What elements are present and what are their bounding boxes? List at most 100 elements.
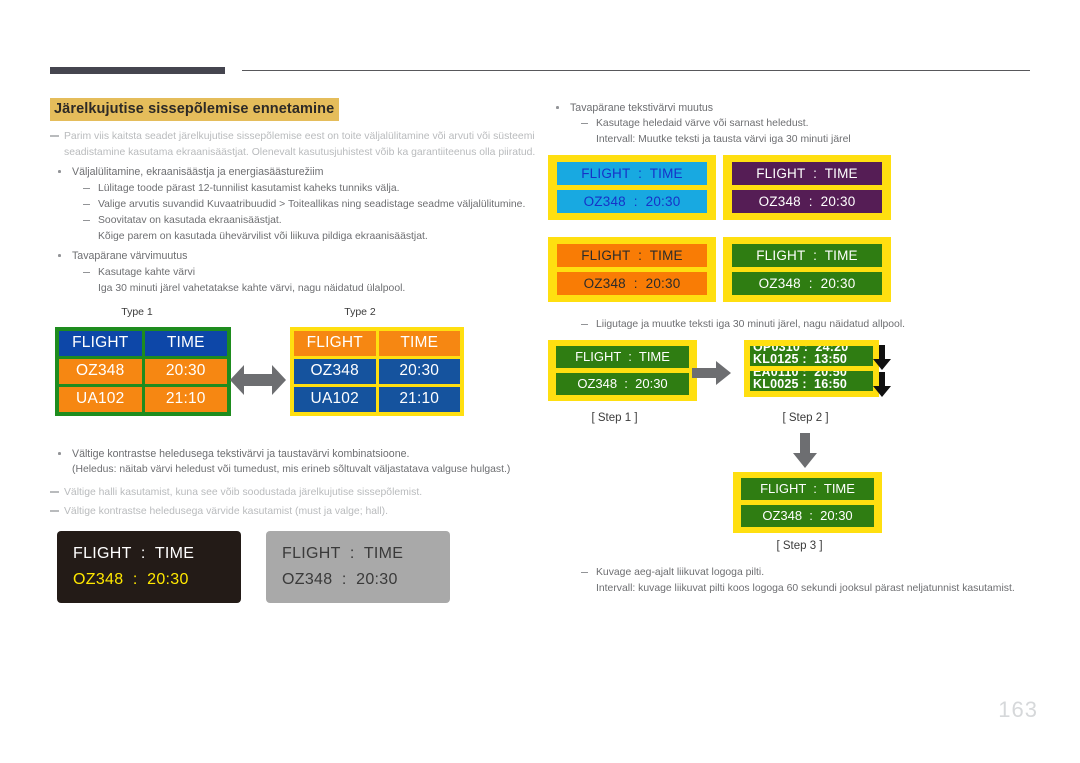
step2-block-2: EA0110 : 20:50 KL0025 : 16:50 [750, 371, 873, 391]
bullet-power-save-text: Väljalülitamine, ekraanisäästja ja energ… [72, 166, 324, 178]
color-panel-cyan-line1: FLIGHT : TIME [557, 162, 707, 185]
right-sub-1-text: Kasutage heledaid värve või sarnast hele… [596, 118, 809, 129]
dark-board-line1: FLIGHT : TIME [73, 545, 195, 562]
color-panel-purple: FLIGHT : TIME OZ348 : 20:30 [723, 155, 891, 220]
type2-label: Type 2 [344, 306, 376, 318]
note-gray: Vältige halli kasutamist, kuna see võib … [50, 485, 546, 501]
page-number: 163 [998, 697, 1038, 722]
bullet-power-save: Väljalülitamine, ekraanisäästja ja energ… [50, 164, 542, 180]
type2-flight-table: FLIGHT TIME OZ348 20:30 UA102 21:10 [290, 327, 464, 416]
right-sub-3: Kuvage aeg-ajalt liikuvat logoga pilti. [574, 565, 1056, 581]
bullet-contrast-extra: (Heledus: näitab värvi heledust või tume… [72, 464, 511, 475]
dash-marker-icon [83, 204, 90, 206]
type1-flight-table: FLIGHT TIME OZ348 20:30 UA102 21:10 [55, 327, 231, 416]
type2-row2-time: 21:10 [378, 387, 460, 412]
step3-line1: FLIGHT : TIME [741, 478, 874, 500]
color-panel-green-line2: OZ348 : 20:30 [732, 272, 882, 295]
color-panel-orange: FLIGHT : TIME OZ348 : 20:30 [548, 237, 716, 302]
step-right-arrow-icon [692, 361, 731, 385]
bullet-contrast-text: Vältige kontrastse heledusega tekstivärv… [72, 448, 410, 460]
note-contrast-text: Vältige kontrastse heledusega värvide ka… [64, 506, 389, 517]
type1-label: Type 1 [121, 306, 153, 318]
bullet-text-color-change-text: Tavapärane tekstivärvi muutus [570, 102, 714, 114]
sub-item-4-extra: Iga 30 minuti järel vahetatakse kahte vä… [98, 283, 406, 294]
type2-header-flight: FLIGHT [294, 331, 376, 356]
color-panel-orange-line2: OZ348 : 20:30 [557, 272, 707, 295]
right-sub-3-extra: Intervall: kuvage liikuvat pilti koos lo… [596, 583, 1015, 594]
step-down-arrow-icon [793, 433, 817, 468]
step3-line2: OZ348 : 20:30 [741, 505, 874, 527]
step2-blk1-lower: KL0125 : 13:50 [753, 352, 848, 366]
sub-item-4-text: Kasutage kahte värvi [98, 267, 196, 278]
sub-item-1: Lülitage toode pärast 12-tunnilist kasut… [76, 181, 548, 197]
color-panel-orange-line1: FLIGHT : TIME [557, 244, 707, 267]
sub-item-4: Kasutage kahte värvi [76, 265, 548, 281]
bullet-dot-icon [58, 452, 61, 455]
page-title: Järelkujutise sissepõlemise ennetamine [50, 98, 340, 122]
step3-panel: FLIGHT : TIME OZ348 : 20:30 [733, 472, 882, 533]
dash-marker-icon [581, 123, 588, 125]
bullet-contrast: Vältige kontrastse heledusega tekstivärv… [50, 446, 542, 462]
note-contrast: Vältige kontrastse heledusega värvide ka… [50, 504, 546, 520]
right-sub-2: Liigutage ja muutke teksti iga 30 minuti… [574, 317, 1056, 333]
right-sub-1-extra: Intervall: Muutke teksti ja tausta värvi… [596, 134, 851, 145]
type2-header-time: TIME [378, 331, 460, 356]
color-panel-cyan: FLIGHT : TIME OZ348 : 20:30 [548, 155, 716, 220]
type2-row2-flight: UA102 [294, 387, 376, 412]
sub-item-3-text: Soovitatav on kasutada ekraanisäästjat. [98, 215, 282, 226]
scroll-down-arrow-icon-2 [873, 372, 891, 397]
color-panel-green-line1: FLIGHT : TIME [732, 244, 882, 267]
right-sub-2-text: Liigutage ja muutke teksti iga 30 minuti… [596, 319, 906, 330]
step1-line2: OZ348 : 20:30 [556, 373, 689, 395]
right-sub-1: Kasutage heledaid värve või sarnast hele… [574, 116, 1046, 132]
note-top-text: Parim viis kaitsta seadet järelkujutise … [64, 131, 536, 158]
type2-row1-flight: OZ348 [294, 359, 376, 384]
gray-board-line1: FLIGHT : TIME [282, 545, 404, 562]
manual-page: Järelkujutise sissepõlemise ennetamine P… [0, 0, 1080, 763]
bullet-color-change-text: Tavapärane värvimuutus [72, 250, 188, 262]
right-sub-3-text: Kuvage aeg-ajalt liikuvat logoga pilti. [596, 567, 765, 578]
dash-marker-icon [581, 324, 588, 326]
dark-board: FLIGHT : TIME OZ348 : 20:30 [57, 531, 241, 603]
dark-board-line2: OZ348 : 20:30 [73, 571, 189, 588]
type1-row2-time: 21:10 [144, 387, 227, 412]
gray-board-line2: OZ348 : 20:30 [282, 571, 398, 588]
color-panel-purple-line1: FLIGHT : TIME [732, 162, 882, 185]
sub-item-3-extra: Kõige parem on kasutada ühevärvilist või… [98, 231, 428, 242]
type1-header-flight: FLIGHT [59, 331, 142, 356]
step1-label: [ Step 1 ] [591, 412, 638, 424]
bullet-dot-icon [556, 106, 559, 109]
type2-row1-time: 20:30 [378, 359, 460, 384]
gray-board: FLIGHT : TIME OZ348 : 20:30 [266, 531, 450, 603]
color-panel-green: FLIGHT : TIME OZ348 : 20:30 [723, 237, 891, 302]
swap-arrow-icon [230, 365, 286, 395]
bullet-dot-icon [58, 170, 61, 173]
scroll-down-arrow-icon-1 [873, 345, 891, 370]
color-panel-purple-line2: OZ348 : 20:30 [732, 190, 882, 213]
bullet-color-change: Tavapärane värvimuutus [50, 248, 522, 264]
step2-panel: OP0310 : 24:20 KL0125 : 13:50 EA0110 : 2… [744, 340, 879, 397]
sub-item-2-text: Valige arvutis suvandid Kuvaatribuudid >… [98, 199, 526, 210]
type1-row2-flight: UA102 [59, 387, 142, 412]
dash-marker-icon [83, 272, 90, 274]
sub-item-2: Valige arvutis suvandid Kuvaatribuudid >… [76, 197, 568, 213]
step1-panel: FLIGHT : TIME OZ348 : 20:30 [548, 340, 697, 401]
dash-marker-icon [83, 188, 90, 190]
step2-blk2-lower: KL0025 : 16:50 [753, 377, 848, 391]
step3-label: [ Step 3 ] [776, 540, 823, 552]
note-gray-text: Vältige halli kasutamist, kuna see võib … [64, 487, 423, 498]
dash-marker-icon [83, 220, 90, 222]
dash-marker-icon [50, 510, 59, 512]
step2-label: [ Step 2 ] [782, 412, 829, 424]
bullet-text-color-change: Tavapärane tekstivärvi muutus [548, 100, 1020, 116]
dash-marker-icon [50, 491, 59, 493]
sub-item-3: Soovitatav on kasutada ekraanisäästjat. [76, 213, 548, 229]
header-accent-bar [50, 67, 225, 74]
step1-line1: FLIGHT : TIME [556, 346, 689, 368]
note-top: Parim viis kaitsta seadet järelkujutise … [50, 129, 546, 160]
sub-item-1-text: Lülitage toode pärast 12-tunnilist kasut… [98, 183, 400, 194]
type1-header-time: TIME [144, 331, 227, 356]
type1-row1-time: 20:30 [144, 359, 227, 384]
dash-marker-icon [50, 135, 59, 137]
type1-row1-flight: OZ348 [59, 359, 142, 384]
